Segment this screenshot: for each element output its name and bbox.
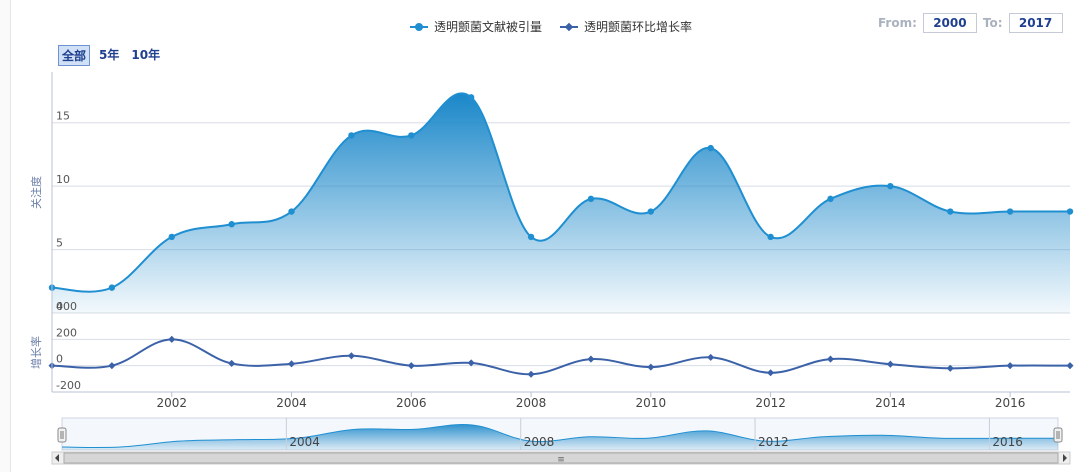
data-point-p0-2007[interactable]: [467, 94, 475, 101]
data-point-p0-2003[interactable]: [228, 221, 235, 228]
navigator-handle-right[interactable]: [1053, 427, 1063, 443]
data-point-p1-2011[interactable]: [707, 353, 715, 361]
data-point-p0-2009[interactable]: [587, 195, 595, 203]
data-point-p0-2012[interactable]: [767, 233, 774, 241]
data-point-p0-2016[interactable]: [1006, 208, 1014, 215]
data-point-p0-2011[interactable]: [707, 144, 714, 152]
series-line-p1-s0: [51, 338, 1071, 376]
y-tick-label-p0-3: 15: [56, 110, 70, 123]
x-tick-label-6: 2014: [875, 396, 906, 410]
chart-svg: 051015关注度-2000200400增长率2002 2004 2006 2008 2…: [29, 72, 1074, 465]
data-point-p1-2014[interactable]: [886, 360, 894, 368]
data-point-p1-2017[interactable]: [1066, 362, 1074, 370]
navigator-tick-label-1: 2008: [524, 435, 555, 449]
data-point-p1-2009[interactable]: [587, 355, 595, 363]
data-point-p0-2001[interactable]: [108, 284, 116, 291]
data-point-p1-2016[interactable]: [1006, 362, 1014, 370]
data-point-p1-2013[interactable]: [826, 355, 835, 363]
data-point-p1-2002[interactable]: [168, 335, 176, 343]
data-point-p1-2008[interactable]: [527, 370, 535, 378]
x-tick-label-0: 2002: [156, 396, 187, 410]
x-tick-label-2: 2006: [396, 396, 427, 410]
data-point-p1-2001[interactable]: [108, 362, 116, 370]
y-axis-title-p1: 增长率: [29, 336, 43, 369]
data-point-p0-2002[interactable]: [168, 233, 175, 241]
data-point-p1-2005[interactable]: [347, 352, 355, 360]
x-tick-label-1: 2004: [276, 396, 307, 410]
chart-container: 透明颤菌文献被引量 透明颤菌环比增长率 全部 5年 10年 From: 2000…: [0, 0, 1080, 472]
x-tick-label-7: 2016: [995, 396, 1026, 410]
y-tick-label-p1-3: 400: [56, 300, 77, 313]
area-fill-p0-s0: [52, 93, 1070, 313]
y-tick-label-p0-1: 5: [56, 237, 63, 250]
scrollbar-grip-icon: ≡: [557, 455, 565, 465]
data-point-p0-2014[interactable]: [887, 182, 894, 190]
data-point-p1-2010[interactable]: [647, 363, 655, 371]
data-point-p0-2010[interactable]: [647, 208, 655, 215]
x-tick-label-3: 2008: [516, 396, 547, 410]
navigator-tick-label-3: 2016: [992, 435, 1023, 449]
y-axis-title-p0: 关注度: [29, 176, 43, 209]
data-point-p1-2006[interactable]: [407, 362, 415, 370]
data-point-p0-2015[interactable]: [947, 208, 954, 215]
data-point-p0-2005[interactable]: [348, 132, 355, 139]
y-tick-label-p1-0: -200: [56, 379, 81, 392]
y-tick-label-p1-1: 0: [56, 353, 63, 366]
x-tick-label-4: 2010: [636, 396, 667, 410]
navigator-tick-label-0: 2004: [289, 435, 320, 449]
navigator-tick-label-2: 2012: [758, 435, 789, 449]
y-tick-label-p1-2: 200: [56, 326, 77, 339]
navigator-handle-left[interactable]: [57, 427, 67, 443]
data-point-p0-2013[interactable]: [827, 195, 834, 203]
data-point-p0-2008[interactable]: [527, 233, 535, 241]
data-point-p1-2004[interactable]: [287, 360, 296, 368]
data-point-p0-2017[interactable]: [1066, 208, 1074, 215]
data-point-p0-2004[interactable]: [288, 208, 295, 215]
data-point-p1-2012[interactable]: [767, 369, 775, 377]
data-point-p0-2006[interactable]: [408, 132, 415, 139]
y-tick-label-p0-2: 10: [56, 173, 70, 186]
x-tick-label-5: 2012: [755, 396, 786, 410]
